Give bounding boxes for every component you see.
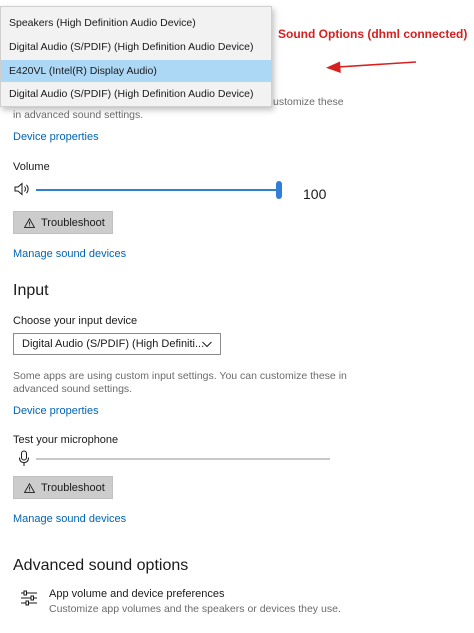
volume-slider[interactable] (36, 181, 282, 199)
annotation-arrow-icon (326, 61, 417, 73)
input-device-properties-link[interactable]: Device properties (13, 405, 99, 417)
input-note-line2: advanced sound settings. (13, 383, 133, 395)
output-troubleshoot-label: Troubleshoot (41, 216, 105, 229)
dropdown-option-speakers[interactable]: Speakers (High Definition Audio Device) (1, 12, 271, 34)
output-device-dropdown-list: Speakers (High Definition Audio Device) … (0, 6, 272, 107)
input-note-line1: Some apps are using custom input setting… (13, 370, 347, 382)
input-device-selected: Digital Audio (S/PDIF) (High Definiti... (22, 338, 205, 350)
volume-value: 100 (303, 186, 327, 202)
dropdown-option-digital-audio-2[interactable]: Digital Audio (S/PDIF) (High Definition … (1, 83, 271, 105)
dropdown-option-e420vl[interactable]: E420VL (Intel(R) Display Audio) (1, 60, 271, 82)
app-volume-title: App volume and device preferences (49, 588, 225, 600)
app-volume-description: Customize app volumes and the speakers o… (49, 603, 341, 615)
output-manage-devices-link[interactable]: Manage sound devices (13, 248, 126, 260)
output-note-line2: in advanced sound settings. (13, 109, 144, 121)
warning-icon (24, 482, 35, 493)
speaker-icon[interactable] (14, 182, 34, 196)
input-manage-devices-link[interactable]: Manage sound devices (13, 513, 126, 525)
warning-icon (24, 217, 35, 228)
volume-slider-track (36, 189, 279, 191)
sliders-icon (21, 590, 37, 606)
output-note-fragment: ustomize these (273, 96, 344, 108)
microphone-icon (19, 450, 29, 466)
choose-input-label: Choose your input device (13, 315, 138, 327)
volume-label: Volume (13, 161, 50, 173)
chevron-down-icon (202, 341, 212, 348)
input-troubleshoot-button[interactable]: Troubleshoot (13, 476, 113, 499)
volume-slider-thumb[interactable] (276, 181, 282, 199)
output-troubleshoot-button[interactable]: Troubleshoot (13, 211, 113, 234)
input-heading: Input (13, 282, 49, 299)
dropdown-option-digital-audio-1[interactable]: Digital Audio (S/PDIF) (High Definition … (1, 36, 271, 58)
microphone-level-meter (36, 454, 330, 462)
annotation-label: Sound Options (dhml connected) (278, 27, 468, 41)
input-device-select[interactable]: Digital Audio (S/PDIF) (High Definiti... (13, 333, 221, 355)
input-troubleshoot-label: Troubleshoot (41, 481, 105, 494)
mic-level-track (36, 458, 330, 460)
advanced-sound-options-heading: Advanced sound options (13, 557, 189, 574)
output-device-properties-link[interactable]: Device properties (13, 131, 99, 143)
test-microphone-label: Test your microphone (13, 434, 119, 446)
app-volume-preferences-item[interactable]: App volume and device preferences Custom… (13, 586, 353, 618)
